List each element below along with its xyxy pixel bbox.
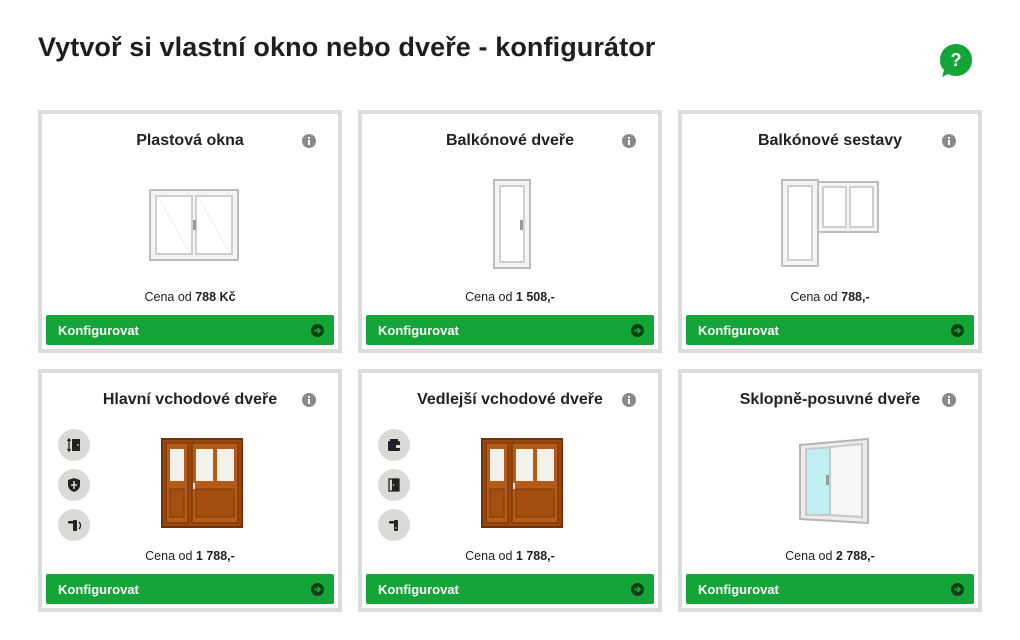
help-icon[interactable]: ? bbox=[938, 42, 974, 78]
configure-button-label: Konfigurovat bbox=[58, 582, 139, 597]
card-balkonove-dvere: Balkónové dveře Cena od 1 508,- Konfigur… bbox=[358, 110, 662, 353]
card-sklopne-posuvne-dvere: Sklopně-posuvné dveře Cena od 2 788,- Ko… bbox=[678, 369, 982, 612]
card-plastova-okna: Plastová okna Cena od 788 Kč Konfigurova… bbox=[38, 110, 342, 353]
card-title: Plastová okna bbox=[136, 132, 244, 149]
arrow-right-icon bbox=[311, 583, 324, 596]
info-icon[interactable] bbox=[302, 134, 316, 148]
price-text: Cena od 788,- bbox=[790, 290, 870, 304]
card-title: Sklopně-posuvné dveře bbox=[739, 391, 921, 408]
door-icon[interactable] bbox=[378, 469, 410, 501]
configure-button[interactable]: Konfigurovat bbox=[46, 315, 334, 345]
configure-button[interactable]: Konfigurovat bbox=[366, 574, 654, 604]
configure-button-label: Konfigurovat bbox=[378, 323, 459, 338]
configure-button[interactable]: Konfigurovat bbox=[46, 574, 334, 604]
configure-button[interactable]: Konfigurovat bbox=[686, 315, 974, 345]
balcony-set-image bbox=[781, 179, 879, 267]
card-title: Balkónové sestavy bbox=[757, 132, 903, 149]
card-vedlejsi-vchodove-dvere: Vedlejší vchodové dveře Cena od 1 788,- bbox=[358, 369, 662, 612]
arrow-right-icon bbox=[951, 324, 964, 337]
wooden-side-door-image bbox=[481, 438, 563, 528]
sliding-door-image bbox=[799, 437, 869, 525]
info-icon[interactable] bbox=[622, 134, 636, 148]
security-shield-icon[interactable] bbox=[58, 469, 90, 501]
price-text: Cena od 1 788,- bbox=[465, 549, 555, 563]
arrow-right-icon bbox=[311, 324, 324, 337]
arrow-right-icon bbox=[951, 583, 964, 596]
card-title: Hlavní vchodové dveře bbox=[102, 391, 278, 408]
card-title: Vedlejší vchodové dveře bbox=[417, 391, 603, 408]
configure-button-label: Konfigurovat bbox=[378, 582, 459, 597]
configure-button[interactable]: Konfigurovat bbox=[366, 315, 654, 345]
wooden-entrance-door-image bbox=[161, 438, 243, 528]
arrow-right-icon bbox=[631, 583, 644, 596]
double-window-image bbox=[149, 189, 239, 261]
page-title: Vytvoř si vlastní okno nebo dveře - konf… bbox=[38, 32, 656, 62]
configure-button-label: Konfigurovat bbox=[58, 323, 139, 338]
door-handle-lock-icon[interactable] bbox=[58, 509, 90, 541]
svg-text:?: ? bbox=[951, 50, 962, 70]
info-icon[interactable] bbox=[622, 393, 636, 407]
card-title: Balkónové dveře bbox=[445, 132, 575, 149]
door-handle-icon[interactable] bbox=[378, 509, 410, 541]
configure-button-label: Konfigurovat bbox=[698, 323, 779, 338]
info-icon[interactable] bbox=[942, 393, 956, 407]
price-text: Cena od 1 508,- bbox=[465, 290, 555, 304]
price-text: Cena od 1 788,- bbox=[145, 549, 235, 563]
card-hlavni-vchodove-dvere: Hlavní vchodové dveře Cena od 1 788,- Ko… bbox=[38, 369, 342, 612]
door-dimensions-icon[interactable] bbox=[58, 429, 90, 461]
configure-button-label: Konfigurovat bbox=[698, 582, 779, 597]
info-icon[interactable] bbox=[942, 134, 956, 148]
wallet-icon[interactable] bbox=[378, 429, 410, 461]
configure-button[interactable]: Konfigurovat bbox=[686, 574, 974, 604]
card-balkonove-sestavy: Balkónové sestavy Cena od 788,- Konfigur… bbox=[678, 110, 982, 353]
price-text: Cena od 2 788,- bbox=[785, 549, 875, 563]
arrow-right-icon bbox=[631, 324, 644, 337]
info-icon[interactable] bbox=[302, 393, 316, 407]
balcony-door-image bbox=[493, 179, 531, 269]
price-text: Cena od 788 Kč bbox=[144, 290, 236, 304]
